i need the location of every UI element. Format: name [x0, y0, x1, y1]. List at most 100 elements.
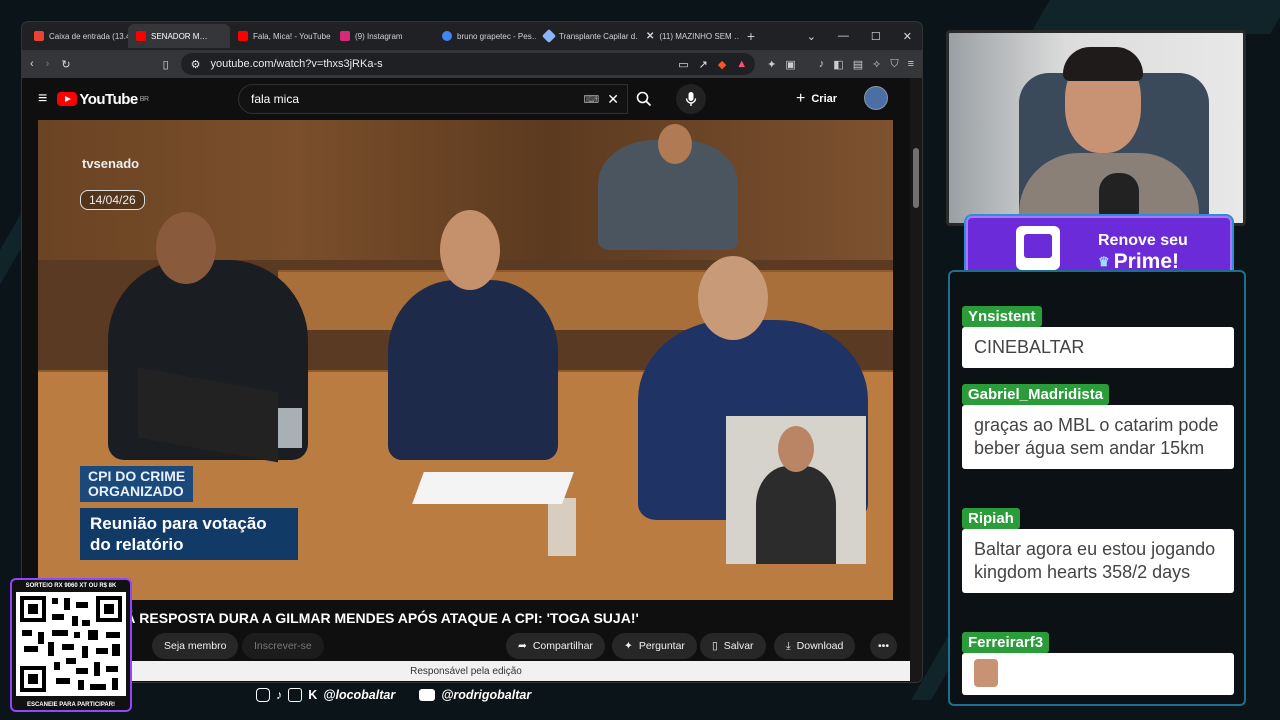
- download-button[interactable]: ⤓ Download: [774, 633, 856, 659]
- prime-line-2: Prime!: [1113, 250, 1180, 273]
- tab-label: SENADOR M…: [151, 31, 208, 41]
- screenshot-icon[interactable]: ▣: [785, 58, 795, 71]
- region-label: BR: [139, 95, 149, 103]
- streamer-hair: [1063, 47, 1143, 81]
- background-stripe: [1030, 0, 1280, 34]
- share-icon[interactable]: ↗: [699, 58, 708, 71]
- close-window-button[interactable]: ✕: [903, 30, 912, 43]
- search-button[interactable]: [628, 84, 660, 114]
- site-info-icon[interactable]: ⚙: [191, 58, 201, 71]
- youtube-logo[interactable]: YouTube BR: [57, 90, 149, 108]
- account-avatar[interactable]: [864, 86, 888, 110]
- youtube-header: ≡ YouTube BR fala mica ⌨ ✕ + Criar: [22, 78, 922, 120]
- tab-label: Fala, Mica! - YouTube: [253, 31, 331, 41]
- twitch-glitch-icon: [1016, 226, 1060, 270]
- brave-shield-icon[interactable]: ◆: [718, 58, 726, 71]
- sidebar-icon[interactable]: ◧: [833, 58, 843, 71]
- bookmark-icon[interactable]: ▯: [163, 58, 169, 71]
- clear-search-icon[interactable]: ✕: [607, 91, 619, 108]
- browser-tab[interactable]: Caixa de entrada (13.4…: [26, 24, 128, 48]
- google-icon: [442, 31, 452, 41]
- qr-bottom-text: ESCANEIE PARA PARTICIPAR!: [26, 702, 116, 708]
- scrollbar-thumb[interactable]: [913, 148, 919, 208]
- qr-giveaway: SORTEIO RX 9060 XT OU R$ 8K ESCANEIE PAR…: [10, 578, 132, 712]
- crown-icon: ♛: [1098, 254, 1110, 269]
- youtube-icon: [419, 689, 436, 701]
- minimize-button[interactable]: —: [838, 30, 849, 43]
- head: [440, 210, 500, 290]
- search-input[interactable]: fala mica ⌨ ✕: [238, 84, 628, 114]
- search-value: fala mica: [251, 92, 300, 106]
- head: [658, 124, 692, 164]
- status-text: Responsável pela edição: [410, 665, 522, 677]
- qr-code: [16, 592, 126, 696]
- youtube-play-icon: [57, 92, 78, 106]
- interpreter-body: [756, 466, 836, 564]
- tiktok-icon: ♪: [276, 688, 283, 702]
- back-icon[interactable]: ‹: [30, 58, 34, 70]
- tab-search-icon[interactable]: ⌄: [807, 30, 816, 43]
- lower-third-title: CPI DO CRIME ORGANIZADO: [80, 466, 194, 502]
- tab-label: Transplante Capilar d…: [559, 31, 638, 41]
- keyboard-icon[interactable]: ⌨: [583, 93, 599, 106]
- scrollbar[interactable]: [910, 78, 922, 682]
- browser-tab[interactable]: (9) Instagram: [332, 24, 434, 48]
- youtube-page: ≡ YouTube BR fala mica ⌨ ✕ + Criar tvsen…: [22, 78, 922, 682]
- browser-tab[interactable]: ✕ (11) MAZINHO SEM …: [638, 24, 740, 48]
- prime-line-1: Renove seu: [1098, 232, 1188, 249]
- vpn-icon[interactable]: ⛉: [890, 58, 898, 71]
- instagram-icon: [256, 688, 270, 702]
- browser-tab[interactable]: Fala, Mica! - YouTube: [230, 24, 332, 48]
- chat-panel: Ynsistent CINEBALTAR Gabriel_Madridista …: [948, 270, 1246, 706]
- social-handles: ♪ K @locobaltar @rodrigobaltar: [256, 688, 531, 702]
- brave-rewards-icon[interactable]: ▲: [736, 58, 747, 71]
- extensions-bar: ✦ ▣ ♪ ◧ ▤ ✧ ⛉ ≡: [767, 58, 914, 71]
- new-tab-button[interactable]: +: [740, 28, 762, 44]
- interpreter-head: [778, 426, 814, 472]
- desk: [278, 270, 893, 330]
- ask-button[interactable]: ✦ Perguntar: [612, 633, 697, 659]
- browser-tab[interactable]: Transplante Capilar d…: [536, 24, 638, 48]
- voice-search-button[interactable]: [676, 84, 706, 114]
- tab-strip: Caixa de entrada (13.4… SENADOR M… Fala,…: [22, 22, 922, 50]
- music-icon[interactable]: ♪: [819, 58, 825, 71]
- person-center: [388, 280, 558, 460]
- cast-icon[interactable]: ▭: [678, 58, 688, 71]
- join-button[interactable]: Seja membro: [152, 633, 239, 659]
- chat-emote: [974, 659, 998, 687]
- video-player[interactable]: tvsenado 14/04/26 CPI DO CRIME ORGANIZAD…: [38, 120, 893, 600]
- youtube-icon: [136, 31, 146, 41]
- more-actions-button[interactable]: •••: [870, 633, 898, 659]
- logo-text: YouTube: [79, 90, 138, 108]
- wallet-icon[interactable]: ▤: [853, 58, 863, 71]
- url-field[interactable]: ⚙ youtube.com/watch?v=thxs3jRKa-s ▭ ↗ ◆ …: [180, 53, 756, 75]
- download-label: Download: [796, 640, 844, 652]
- share-button[interactable]: ➦ Compartilhar: [506, 633, 605, 659]
- hamburger-menu-icon[interactable]: ≡: [38, 90, 47, 108]
- browser-tab[interactable]: bruno grapetec - Pes…: [434, 24, 536, 48]
- microphone-icon: [685, 92, 697, 106]
- forward-icon[interactable]: ›: [46, 58, 50, 70]
- maximize-button[interactable]: ☐: [871, 30, 881, 43]
- gemini-icon: [541, 28, 557, 44]
- url-text: youtube.com/watch?v=thxs3jRKa-s: [210, 58, 383, 70]
- bookmark-save-icon: ▯: [712, 640, 718, 652]
- plus-icon: +: [796, 90, 806, 107]
- save-button[interactable]: ▯ Salvar: [700, 633, 766, 659]
- menu-icon[interactable]: ≡: [908, 58, 914, 71]
- kick-icon: K: [308, 688, 318, 702]
- extensions-icon[interactable]: ✦: [767, 58, 776, 71]
- browser-tab-active[interactable]: SENADOR M…: [128, 24, 230, 48]
- subscribe-button[interactable]: Inscrever-se: [242, 633, 324, 659]
- share-arrow-icon: ➦: [518, 640, 527, 652]
- social-handle-primary: @locobaltar: [323, 688, 396, 702]
- tab-label: Caixa de entrada (13.4…: [49, 31, 128, 41]
- chat-message: Ferreirarf3: [962, 632, 1234, 695]
- create-button[interactable]: + Criar: [786, 86, 847, 112]
- leo-icon[interactable]: ✧: [872, 58, 881, 71]
- reload-icon[interactable]: ↻: [61, 58, 70, 71]
- chat-username: Ferreirarf3: [962, 632, 1050, 653]
- head: [156, 212, 216, 284]
- share-label: Compartilhar: [532, 640, 593, 652]
- tab-label: (9) Instagram: [355, 31, 403, 41]
